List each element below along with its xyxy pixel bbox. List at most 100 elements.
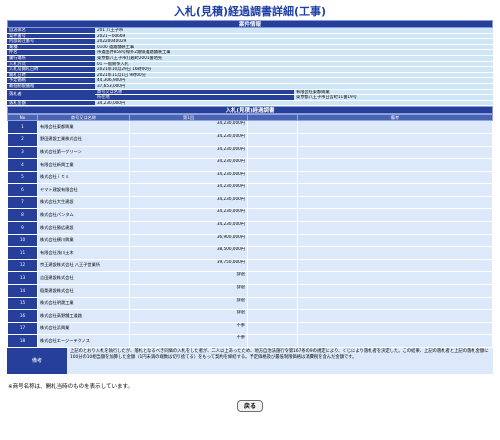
bid-amount-round2: [247, 246, 298, 260]
bid-no: 8: [7, 208, 38, 223]
bid-row: 5 株式会社ｉｔｓ 34,230,000円: [7, 170, 493, 185]
bid-amount-round1: 34,230,000円: [129, 145, 248, 160]
bid-no: 4: [7, 158, 38, 172]
bid-no: 2: [7, 132, 38, 147]
bid-amount-round2: [247, 258, 298, 273]
bid-row: 13 吉田建設株式会社 辞退: [7, 271, 493, 286]
bid-row: 4 有限会社新興工業 34,230,000円: [7, 158, 493, 172]
bid-no: 11: [7, 246, 38, 260]
bid-row: 6 ヤマト建設有限会社 34,230,000円: [7, 183, 493, 197]
bid-row: 2 野田建設工業株式会社 34,230,000円: [7, 132, 493, 147]
award-amount: 34,230,000円: [95, 100, 493, 107]
bid-remarks: [297, 221, 493, 235]
bid-no: 1: [7, 120, 38, 134]
bid-amount-round1: 34,230,000円: [129, 221, 248, 235]
bid-row: 10 株式会社横川興業 36,900,000円: [7, 233, 493, 248]
bidder-name: 株式会社パンタム: [37, 208, 130, 223]
bid-remarks: [297, 284, 493, 298]
case-info-section: 案件情報 自治体名 201 八王子市 案件番号 2021ー00669 内部発注番号 202…: [7, 20, 493, 374]
bid-amount-round2: [247, 233, 298, 248]
bid-amount-round2: [247, 195, 298, 210]
bid-row: 15 株式会社明晟工業 辞退: [7, 296, 493, 311]
bid-amount-round2: [247, 132, 298, 147]
bid-amount-round2: [247, 321, 298, 336]
remarks-text: 上記のとおり入札を執行したが、落札となるべき同価の入札をした者が、二人以上あった…: [67, 348, 493, 374]
bid-remarks: [297, 321, 493, 336]
bid-row: 8 株式会社パンタム 34,230,000円: [7, 208, 493, 223]
bid-remarks: [297, 334, 493, 348]
remarks-label: 備考: [7, 348, 67, 374]
bid-remarks: [297, 208, 493, 223]
bid-amount-round2: [247, 158, 298, 172]
bid-row: 12 京王建設株式会社 八王子営業所 39,750,000円: [7, 258, 493, 273]
bid-amount-round2: [247, 334, 298, 348]
bid-row: 11 有限会社浅川土木 38,500,000円: [7, 246, 493, 260]
page-title: 入札(見積)経過調書詳細(工事): [173, 5, 327, 18]
bid-remarks: [297, 271, 493, 286]
bid-row: 16 株式会社高野舗工道路 辞退: [7, 309, 493, 323]
bid-amount-round1: 辞退: [129, 309, 248, 323]
bid-row: 9 株式会社勝広建設 34,230,000円: [7, 221, 493, 235]
bid-amount-round1: 不参: [129, 321, 248, 336]
footnote: ※商号名称は、開札当時のものを表示しています。: [8, 384, 133, 390]
bid-row: 17 株式会社浜興業 不参: [7, 321, 493, 336]
bid-amount-round1: 辞退: [129, 284, 248, 298]
bid-remarks: [297, 195, 493, 210]
bid-no: 7: [7, 195, 38, 210]
bid-amount-round2: [247, 221, 298, 235]
bid-amount-round1: 辞退: [129, 296, 248, 311]
bid-no: 6: [7, 183, 38, 197]
bid-amount-round1: 辞退: [129, 271, 248, 286]
bid-amount-round2: [247, 170, 298, 185]
bid-amount-round1: 38,500,000円: [129, 246, 248, 260]
bidder-name: 野田建設工業株式会社: [37, 132, 130, 147]
bid-history-header: 入札(見積)経過調書: [7, 106, 493, 115]
bidder-name: 株式会社横川興業: [37, 233, 130, 248]
bid-remarks: [297, 309, 493, 323]
bid-remarks: [297, 233, 493, 248]
bid-amount-round1: 34,230,000円: [129, 158, 248, 172]
bid-remarks: [297, 183, 493, 197]
award-amount-label: 落札金額: [7, 100, 95, 107]
bid-amount-round1: 34,230,000円: [129, 170, 248, 185]
bid-remarks: [297, 296, 493, 311]
bidder-name: 京王建設株式会社 八王子営業所: [37, 258, 130, 273]
bid-amount-round2: [247, 309, 298, 323]
bid-remarks: [297, 246, 493, 260]
bid-row: 14 稲桑建設株式会社 辞退: [7, 284, 493, 298]
bid-amount-round2: [247, 271, 298, 286]
bidder-name: ヤマト建設有限会社: [37, 183, 130, 197]
bidder-name: 有限会社東都興業: [37, 120, 130, 134]
bid-amount-round1: 34,230,000円: [129, 208, 248, 223]
bid-remarks: [297, 258, 493, 273]
bid-amount-round1: 34,230,000円: [129, 120, 248, 134]
bid-amount-round1: 36,900,000円: [129, 233, 248, 248]
bid-no: 14: [7, 284, 38, 298]
bid-no: 15: [7, 296, 38, 311]
bid-no: 18: [7, 334, 38, 348]
bidder-name: 株式会社大生建設: [37, 195, 130, 210]
bid-amount-round2: [247, 120, 298, 134]
bid-amount-round1: 39,750,000円: [129, 258, 248, 273]
bidder-name: 稲桑建設株式会社: [37, 284, 130, 298]
bid-no: 3: [7, 145, 38, 160]
bid-row: 18 株式会社エージーテクノス 不参: [7, 334, 493, 348]
bidder-name: 株式会社勝広建設: [37, 221, 130, 235]
bidder-name: 株式会社ｉｔｓ: [37, 170, 130, 185]
bid-no: 16: [7, 309, 38, 323]
back-button[interactable]: 戻る: [237, 400, 263, 412]
bid-remarks: [297, 158, 493, 172]
remarks-table: 備考 上記のとおり入札を執行したが、落札となるべき同価の入札をした者が、二人以上…: [7, 348, 493, 374]
bid-amount-round1: 34,230,000円: [129, 183, 248, 197]
bidder-name: 株式会社高野舗工道路: [37, 309, 130, 323]
bid-amount-round1: 34,230,000円: [129, 195, 248, 210]
winner-label: 落札者: [7, 89, 95, 101]
bid-amount-round2: [247, 284, 298, 298]
bid-row: 3 株式会社第一グリーン 34,230,000円: [7, 145, 493, 160]
bid-row: 1 有限会社東都興業 34,230,000円: [7, 120, 493, 134]
case-info-header: 案件情報: [7, 20, 493, 28]
bid-amount-round2: [247, 296, 298, 311]
bid-remarks: [297, 145, 493, 160]
bid-no: 12: [7, 258, 38, 273]
bid-amount-round1: 34,230,000円: [129, 132, 248, 147]
